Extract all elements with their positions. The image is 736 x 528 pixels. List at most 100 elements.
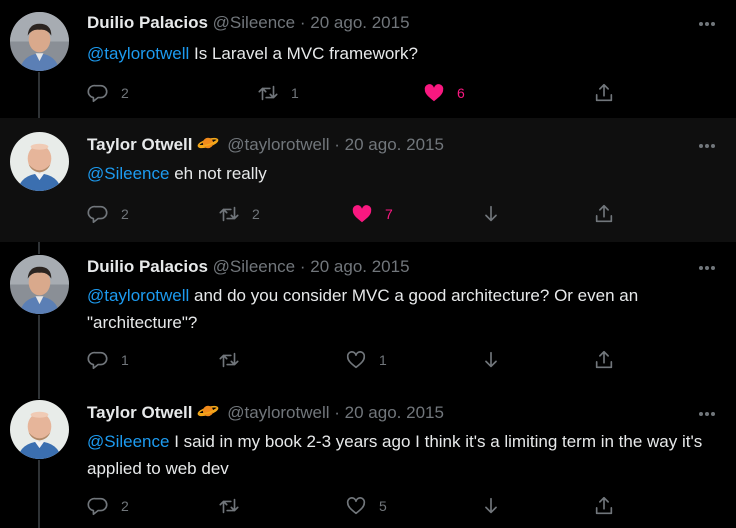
heart-outline-icon xyxy=(346,497,366,515)
retweet-count: 2 xyxy=(252,206,260,222)
tweet-header: Taylor Otwell @taylorotwell · 20 ago. 20… xyxy=(87,134,444,156)
tweet-actions: 2 1 6 xyxy=(87,81,627,105)
mention-link[interactable]: @taylorotwell xyxy=(87,44,189,63)
reply-count: 2 xyxy=(121,206,129,222)
retweet-icon xyxy=(219,206,239,222)
tweet-body: I said in my book 2-3 years ago I think … xyxy=(87,432,703,478)
retweet-button[interactable]: 1 xyxy=(257,81,299,105)
reply-button[interactable]: 2 xyxy=(87,494,129,518)
tweet-text: @Sileence eh not really xyxy=(87,160,717,187)
tweet[interactable]: Duilio Palacios @Sileence · 20 ago. 2015… xyxy=(0,242,736,388)
like-count: 7 xyxy=(385,206,393,222)
reply-icon xyxy=(87,205,108,224)
like-count: 5 xyxy=(379,498,387,514)
avatar[interactable] xyxy=(10,255,69,314)
reply-icon xyxy=(87,84,108,103)
download-button[interactable] xyxy=(480,348,502,372)
share-button[interactable] xyxy=(593,202,615,226)
share-icon xyxy=(595,83,613,102)
like-button[interactable]: 6 xyxy=(423,81,465,105)
share-icon xyxy=(595,496,613,515)
tweet[interactable]: Taylor Otwell @taylorotwell · 20 ago. 20… xyxy=(0,388,736,528)
more-options-icon[interactable] xyxy=(696,135,718,157)
retweet-icon xyxy=(219,498,239,514)
like-count: 6 xyxy=(457,85,465,101)
more-options-icon[interactable] xyxy=(696,13,718,35)
tweet-text: @taylorotwell and do you consider MVC a … xyxy=(87,282,717,336)
reply-button[interactable]: 2 xyxy=(87,81,129,105)
author-handle[interactable]: @taylorotwell xyxy=(227,403,329,422)
retweet-button[interactable] xyxy=(218,494,240,518)
retweet-icon xyxy=(219,352,239,368)
mention-link[interactable]: @Sileence xyxy=(87,432,169,451)
ringed-planet-icon xyxy=(197,134,219,158)
avatar-duilio-image xyxy=(10,255,69,314)
like-button[interactable]: 7 xyxy=(351,202,393,226)
avatar-taylor-image xyxy=(10,132,69,191)
tweet-actions: 2 2 7 xyxy=(87,202,627,226)
author-handle[interactable]: @Sileence xyxy=(213,13,295,32)
share-button[interactable] xyxy=(593,81,615,105)
tweet-text: @Sileence I said in my book 2-3 years ag… xyxy=(87,428,717,482)
retweet-count: 1 xyxy=(291,85,299,101)
heart-filled-icon xyxy=(424,84,444,102)
share-icon xyxy=(595,204,613,223)
author-handle[interactable]: @taylorotwell xyxy=(227,135,329,154)
retweet-button[interactable]: 2 xyxy=(218,202,260,226)
like-button[interactable]: 1 xyxy=(345,348,387,372)
tweet-actions: 2 5 xyxy=(87,494,627,518)
tweet[interactable]: Taylor Otwell @taylorotwell · 20 ago. 20… xyxy=(0,118,736,242)
avatar[interactable] xyxy=(10,400,69,459)
tweet-text: @taylorotwell Is Laravel a MVC framework… xyxy=(87,40,717,67)
avatar[interactable] xyxy=(10,12,69,71)
retweet-icon xyxy=(258,85,278,101)
more-options-icon[interactable] xyxy=(696,257,718,279)
tweet-header: Duilio Palacios @Sileence · 20 ago. 2015 xyxy=(87,12,410,34)
author-name[interactable]: Duilio Palacios xyxy=(87,13,208,32)
author-name[interactable]: Taylor Otwell xyxy=(87,135,193,154)
download-button[interactable] xyxy=(480,494,502,518)
tweet-date[interactable]: 20 ago. 2015 xyxy=(345,135,444,154)
download-arrow-icon xyxy=(485,351,497,368)
avatar[interactable] xyxy=(10,132,69,191)
separator-dot: · xyxy=(299,13,306,32)
author-name[interactable]: Taylor Otwell xyxy=(87,403,193,422)
more-options-icon[interactable] xyxy=(696,403,718,425)
separator-dot: · xyxy=(334,135,340,154)
tweet-header: Taylor Otwell @taylorotwell · 20 ago. 20… xyxy=(87,402,444,424)
share-button[interactable] xyxy=(593,494,615,518)
reply-count: 2 xyxy=(121,498,129,514)
retweet-button[interactable] xyxy=(218,348,240,372)
tweet-date[interactable]: 20 ago. 2015 xyxy=(310,13,409,32)
heart-outline-icon xyxy=(346,351,366,369)
reply-count: 1 xyxy=(121,352,129,368)
tweet-body: eh not really xyxy=(169,164,267,183)
ringed-planet-icon xyxy=(197,402,219,426)
download-arrow-icon xyxy=(485,205,497,222)
tweet-date[interactable]: 20 ago. 2015 xyxy=(310,257,409,276)
share-icon xyxy=(595,350,613,369)
tweet[interactable]: Duilio Palacios @Sileence · 20 ago. 2015… xyxy=(0,0,736,118)
heart-filled-icon xyxy=(352,205,372,223)
share-button[interactable] xyxy=(593,348,615,372)
tweet-header: Duilio Palacios @Sileence · 20 ago. 2015 xyxy=(87,256,410,278)
tweet-actions: 1 1 xyxy=(87,348,627,372)
download-button[interactable] xyxy=(480,202,502,226)
download-arrow-icon xyxy=(485,497,497,514)
reply-icon xyxy=(87,497,108,516)
author-name[interactable]: Duilio Palacios xyxy=(87,257,208,276)
mention-link[interactable]: @taylorotwell xyxy=(87,286,189,305)
reply-icon xyxy=(87,351,108,370)
separator-dot: · xyxy=(299,257,306,276)
mention-link[interactable]: @Sileence xyxy=(87,164,169,183)
like-count: 1 xyxy=(379,352,387,368)
reply-button[interactable]: 1 xyxy=(87,348,129,372)
author-handle[interactable]: @Sileence xyxy=(213,257,295,276)
tweet-date[interactable]: 20 ago. 2015 xyxy=(345,403,444,422)
reply-button[interactable]: 2 xyxy=(87,202,129,226)
avatar-duilio-image xyxy=(10,12,69,71)
like-button[interactable]: 5 xyxy=(345,494,387,518)
tweet-body: Is Laravel a MVC framework? xyxy=(189,44,418,63)
reply-count: 2 xyxy=(121,85,129,101)
avatar-taylor-image xyxy=(10,400,69,459)
